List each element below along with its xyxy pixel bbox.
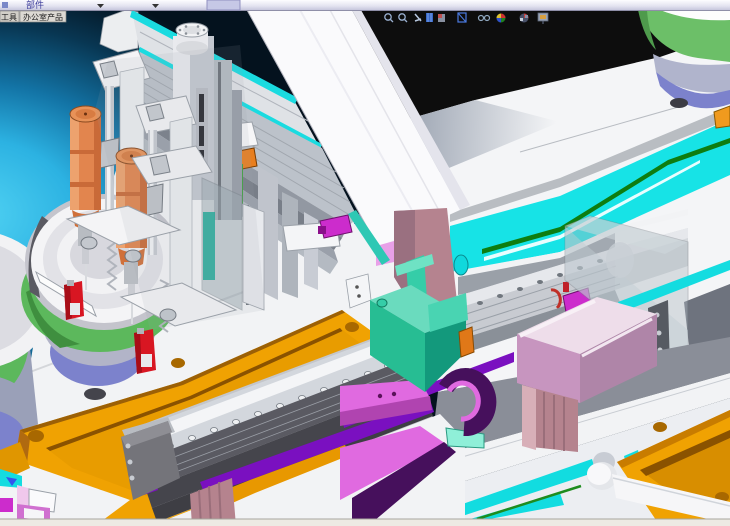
svg-text:工具: 工具 bbox=[1, 13, 17, 22]
svg-text:部件: 部件 bbox=[26, 0, 44, 10]
svg-text:办公室产品: 办公室产品 bbox=[23, 12, 63, 22]
